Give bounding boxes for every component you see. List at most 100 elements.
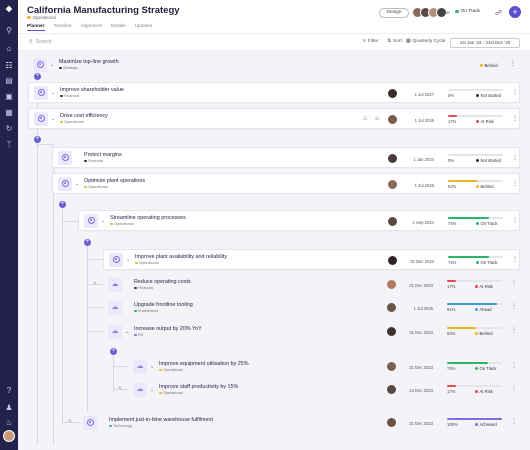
chart-nav-icon[interactable]: ▤ [4, 76, 14, 86]
chevron-down-icon[interactable]: ⌄ [125, 329, 130, 335]
help-icon[interactable]: ? [4, 386, 14, 396]
track-status-badge[interactable]: On Track [455, 9, 480, 14]
grid-nav-icon[interactable]: ▦ [4, 108, 14, 118]
objective-category: Financial [138, 286, 154, 290]
objective-row[interactable]: ⌄ Streamline operating processes Operation… [78, 210, 520, 231]
add-objective-button[interactable]: + [509, 6, 521, 18]
app-logo-icon[interactable]: ◆ [4, 4, 14, 14]
search-nav-icon[interactable]: ⚲ [4, 26, 14, 36]
tab-planner[interactable]: Planner [27, 24, 45, 31]
more-options-icon[interactable]: ⋮ [511, 418, 517, 425]
objective-row[interactable]: ⌄ Optimize plant operations Operational 1 J… [52, 173, 520, 194]
more-options-icon[interactable]: ⋮ [511, 303, 517, 310]
more-options-icon[interactable]: ⋮ [511, 327, 517, 334]
tab-timeline[interactable]: Timeline [54, 24, 72, 31]
tab-alignment[interactable]: Alignment [81, 24, 102, 31]
status-badge: At Risk [475, 284, 493, 289]
home-nav-icon[interactable]: ⌂ [4, 44, 14, 54]
cycle-select[interactable]: ▦ Quarterly Cycle [406, 39, 446, 44]
objective-row[interactable]: ☁ Reduce operating costs Financial ✎ 31 Dec … [93, 274, 520, 295]
category-dot-icon [134, 286, 137, 290]
add-child-button[interactable]: + [110, 348, 117, 355]
objective-row[interactable]: ⌄ Improve plant availability and reliabil… [103, 249, 520, 270]
chevron-down-icon[interactable]: ⌄ [101, 218, 106, 224]
owner-avatar[interactable] [388, 115, 397, 124]
chevron-down-icon[interactable]: ⌄ [75, 181, 80, 187]
owner-avatar[interactable] [388, 180, 397, 189]
hierarchy-nav-icon[interactable]: ☷ [4, 61, 14, 71]
filter-button[interactable]: ≡ Filter [363, 39, 378, 44]
add-child-button[interactable]: + [84, 239, 91, 246]
chevron-down-icon[interactable]: ⌄ [126, 257, 131, 263]
more-options-icon[interactable]: ⋮ [512, 154, 518, 161]
edit-link-icon[interactable]: ✎ [68, 419, 72, 425]
edit-link-icon[interactable]: ✎ [93, 281, 97, 287]
objective-title: Improve equipment utilisation by 25% [159, 361, 249, 367]
tab-details[interactable]: Details [111, 24, 126, 31]
tab-updates[interactable]: Updates [135, 24, 153, 31]
objective-row[interactable]: ⌄ Drive cost efficiency Operational ☷ ⚖ 1 Jul… [28, 108, 520, 129]
chevron-down-icon[interactable]: ⌄ [50, 62, 55, 68]
chevron-down-icon[interactable]: ⌄ [51, 116, 56, 122]
owner-avatar[interactable] [387, 327, 396, 336]
branch-nav-icon[interactable]: ᛉ [4, 140, 14, 150]
key-result-cloud-icon: ☁ [108, 324, 122, 339]
user-avatar[interactable] [3, 430, 15, 442]
date-range-picker[interactable]: 1st Jan '23 - 31st Dec '25 [450, 38, 520, 48]
notification-bell-icon[interactable]: ♨ [4, 418, 14, 428]
search-box[interactable]: ⚲ Search [29, 39, 52, 45]
sort-button[interactable]: ⇅ Sort [387, 39, 402, 44]
more-options-icon[interactable]: ⋮ [512, 256, 518, 263]
due-date: 1 Jul 2025 [414, 182, 434, 188]
more-options-icon[interactable]: ⋮ [512, 217, 518, 224]
objective-row[interactable]: ☁ ⌄ Improve staff productivity by 15% Opera… [118, 379, 520, 400]
progress-percent: 0% [448, 158, 455, 163]
board-nav-icon[interactable]: ▣ [4, 92, 14, 102]
objective-row[interactable]: ☁ ⌄ Increase output by 20% YoY KR 31 Dec 202… [103, 321, 520, 342]
more-options-icon[interactable]: ⋮ [511, 280, 517, 287]
progress-percent: 17% [448, 119, 457, 124]
owner-avatar[interactable] [388, 89, 397, 98]
owner-avatar[interactable] [387, 362, 396, 371]
objective-row[interactable]: ☁ ⌄ Improve equipment utilisation by 25% Op… [128, 356, 520, 377]
more-options-icon[interactable]: ⋮ [512, 115, 518, 122]
owner-avatar[interactable] [388, 154, 397, 163]
comment-icon[interactable]: ☷ [363, 116, 367, 122]
chevron-down-icon[interactable]: ⌄ [150, 387, 155, 393]
status-label: On Track [479, 366, 497, 371]
add-child-button[interactable]: + [34, 136, 41, 143]
objective-row-root[interactable]: ⌄ Maximize top-line growth Strategic Beh… [28, 54, 518, 75]
edit-link-icon[interactable]: ✎ [118, 386, 122, 392]
progress-percent: 52% [447, 331, 456, 336]
cycle-nav-icon[interactable]: ↻ [4, 124, 14, 134]
team-icon[interactable]: ♟ [4, 403, 14, 413]
objective-row[interactable]: Protect margins Financial 1 Jan 2024 0% Not … [52, 147, 520, 168]
category-dot-icon [59, 66, 62, 70]
add-child-button[interactable]: + [59, 201, 66, 208]
alignment-icon[interactable]: ⚖ [375, 116, 379, 122]
objective-row[interactable]: ⌄ Improve shareholder value Financial 1 Jul… [28, 82, 520, 103]
chevron-down-icon[interactable]: ⌄ [51, 90, 56, 96]
objective-category: Enablement [138, 309, 159, 313]
owner-avatar[interactable] [387, 280, 396, 289]
owner-avatar[interactable] [388, 217, 397, 226]
chevron-down-icon[interactable]: ⌄ [150, 364, 155, 370]
design-button[interactable]: Design [379, 8, 409, 18]
more-options-icon[interactable]: ⋮ [510, 60, 516, 67]
share-icon[interactable]: ☍ [495, 9, 502, 17]
objective-row[interactable]: ☁ Upgrade frontline tooling Enablement 1 Ju… [103, 297, 520, 318]
track-status-label: On Track [460, 9, 480, 14]
owner-avatar[interactable] [387, 385, 396, 394]
owner-avatar[interactable] [388, 256, 397, 265]
progress-fill [447, 385, 457, 387]
more-options-icon[interactable]: ⋮ [512, 89, 518, 96]
owner-avatar[interactable] [387, 303, 396, 312]
more-options-icon[interactable]: ⋮ [512, 180, 518, 187]
owner-avatar[interactable] [387, 418, 396, 427]
search-input[interactable]: Search [36, 39, 52, 45]
more-options-icon[interactable]: ⋮ [511, 362, 517, 369]
status-badge: Behind [476, 184, 494, 189]
more-options-icon[interactable]: ⋮ [511, 385, 517, 392]
objective-row[interactable]: Implement just-in-time warehouse fulfilm… [68, 412, 520, 433]
more-members-count[interactable]: +10 [442, 10, 450, 15]
